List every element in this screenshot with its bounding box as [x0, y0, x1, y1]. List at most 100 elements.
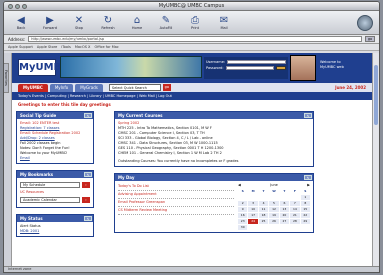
calendar-day[interactable]: 29 [300, 219, 310, 224]
todo-item[interactable]: Email Professor Greenspan [118, 199, 234, 207]
calendar-day[interactable]: 22 [300, 213, 310, 218]
tab-myinfo[interactable]: MyInfo [49, 83, 74, 92]
calendar-day[interactable]: 5 [269, 201, 279, 206]
edit-panel-button[interactable]: ✎ [84, 172, 92, 177]
back-arrow-icon: ◀ [17, 15, 25, 26]
calendar-day[interactable]: 20 [279, 213, 290, 218]
favorite-link[interactable]: Apple Support [8, 45, 33, 49]
scrollbar-thumb[interactable] [374, 65, 378, 125]
news-panel-header: Social Tip Guide ✎ [17, 112, 93, 119]
edit-panel-button[interactable]: ✎ [304, 175, 312, 180]
current-date: June 24, 2002 [335, 85, 366, 90]
calendar-day[interactable]: 24 [248, 219, 258, 224]
calendar-day[interactable]: 7 [290, 201, 300, 206]
status-line[interactable]: MDB: 2001 [20, 229, 90, 234]
calendar-prev-button[interactable]: ◀ [238, 183, 241, 188]
bookmarks-go-button[interactable]: › [82, 182, 90, 188]
favorite-link[interactable]: iTools [61, 45, 71, 49]
print-button[interactable]: ⎙ Print [184, 15, 206, 30]
edit-panel-button[interactable]: ✎ [84, 113, 92, 118]
calendar-day[interactable]: 16 [238, 213, 248, 218]
calendar-day[interactable]: 1 [300, 195, 310, 200]
courses-panel-title: My Current Courses [118, 113, 163, 118]
calendar-day[interactable]: 25 [258, 219, 269, 224]
resources-go-button[interactable]: › [82, 197, 90, 203]
window-controls[interactable] [8, 4, 29, 13]
utility-links[interactable]: Today's Events | Computing | Research | … [12, 93, 372, 100]
back-button[interactable]: ◀ Back [10, 15, 32, 30]
status-panel-header: My Status ✎ [17, 215, 93, 222]
vertical-scrollbar[interactable] [372, 53, 379, 266]
mail-button[interactable]: ✉ Mail [213, 15, 235, 30]
close-window-button[interactable] [8, 4, 13, 9]
course-row[interactable]: CHEM 101 - General Chemistry I, Section … [118, 151, 310, 156]
calendar-day[interactable]: 15 [300, 207, 310, 212]
quick-search-select[interactable]: Select Quick Search [108, 84, 161, 91]
calendar-next-button[interactable]: ▶ [307, 183, 310, 188]
bookmarks-select[interactable]: My Schedule [20, 182, 80, 188]
calendar-day[interactable]: 30 [238, 225, 248, 230]
todo-item[interactable]: Today's To Do List [118, 183, 234, 191]
courses-panel-header: My Current Courses ✎ [115, 112, 313, 119]
login-box: Username: Password: [204, 57, 288, 79]
calendar-day[interactable]: 28 [290, 219, 300, 224]
zoom-window-button[interactable] [22, 4, 27, 9]
todo-item[interactable]: Advising Appointment [118, 191, 234, 199]
calendar-day[interactable]: 2 [238, 201, 248, 206]
username-input[interactable] [227, 60, 286, 64]
edit-panel-button[interactable]: ✎ [84, 216, 92, 221]
courses-panel-body: Spring 2002 MTH 225 - Intro To Mathemati… [115, 119, 313, 166]
go-button[interactable]: go [365, 36, 375, 42]
calendar-day[interactable]: 14 [290, 207, 300, 212]
calendar-day[interactable]: 9 [238, 207, 248, 212]
calendar-day[interactable]: 12 [269, 207, 279, 212]
url-field[interactable]: http://www.umbc.edu/my/umbc/portal.jsp [28, 36, 362, 42]
edit-panel-button[interactable]: ✎ [304, 113, 312, 118]
calendar-day[interactable]: 4 [258, 201, 269, 206]
print-label: Print [190, 26, 200, 30]
tab-mygrads[interactable]: MyGrads [75, 83, 103, 92]
calendar-day[interactable]: 18 [258, 213, 269, 218]
calendar-day[interactable]: 17 [248, 213, 258, 218]
calendar-day[interactable]: 19 [269, 213, 279, 218]
tab-myumbc[interactable]: MyUMBC [18, 83, 48, 92]
calendar-day[interactable]: 11 [258, 207, 269, 212]
browser-logo-icon [357, 14, 373, 31]
header-banner-image [60, 56, 202, 78]
stop-icon: ✕ [74, 15, 84, 26]
mail-label: Mail [220, 26, 228, 30]
side-tab-favorites[interactable]: Favorites [4, 63, 9, 93]
calendar-day[interactable]: 10 [248, 207, 258, 212]
refresh-button[interactable]: ↻ Refresh [97, 15, 119, 30]
calendar-day[interactable]: 23 [238, 219, 248, 224]
bookmarks-panel: My Bookmarks ✎ My Schedule › UC Resources … [16, 170, 94, 208]
stop-button[interactable]: ✕ Stop [68, 15, 90, 30]
calendar-day[interactable]: 8 [300, 201, 310, 206]
quick-search-go-button[interactable]: go [162, 84, 171, 91]
favorite-link[interactable]: Office for Mac [94, 45, 118, 49]
calendar-blank [248, 195, 257, 200]
site-logo[interactable]: MyUMBC [18, 59, 69, 76]
favorite-link[interactable]: Apple Store [37, 45, 57, 49]
calendar-day[interactable]: 27 [279, 219, 290, 224]
password-input[interactable] [225, 66, 274, 70]
calendar-day[interactable]: 13 [279, 207, 290, 212]
favorites-bar: Apple Support Apple Store iTools MacOS X… [4, 44, 379, 51]
status-panel-body: Alert Status MDB: 2001 [17, 222, 93, 236]
news-line[interactable]: Email [20, 156, 90, 161]
address-bar: Address: http://www.umbc.edu/my/umbc/por… [4, 35, 379, 44]
home-button[interactable]: ⌂ Home [126, 15, 148, 30]
forward-arrow-icon: ▶ [46, 15, 54, 26]
calendar-weekday: F [293, 189, 296, 193]
calendar-day[interactable]: 21 [290, 213, 300, 218]
calendar-day[interactable]: 26 [269, 219, 279, 224]
todo-item[interactable]: CS Midterm Review Meeting [118, 207, 234, 215]
forward-button[interactable]: ▶ Forward [39, 15, 61, 30]
autofill-button[interactable]: ✎ AutoFill [155, 15, 177, 30]
login-button[interactable] [276, 66, 286, 70]
calendar-day[interactable]: 6 [279, 201, 290, 206]
minimize-window-button[interactable] [15, 4, 20, 9]
calendar-day[interactable]: 3 [248, 201, 258, 206]
favorite-link[interactable]: MacOS X [75, 45, 91, 49]
resources-select[interactable]: Academic Calendar [20, 197, 80, 203]
